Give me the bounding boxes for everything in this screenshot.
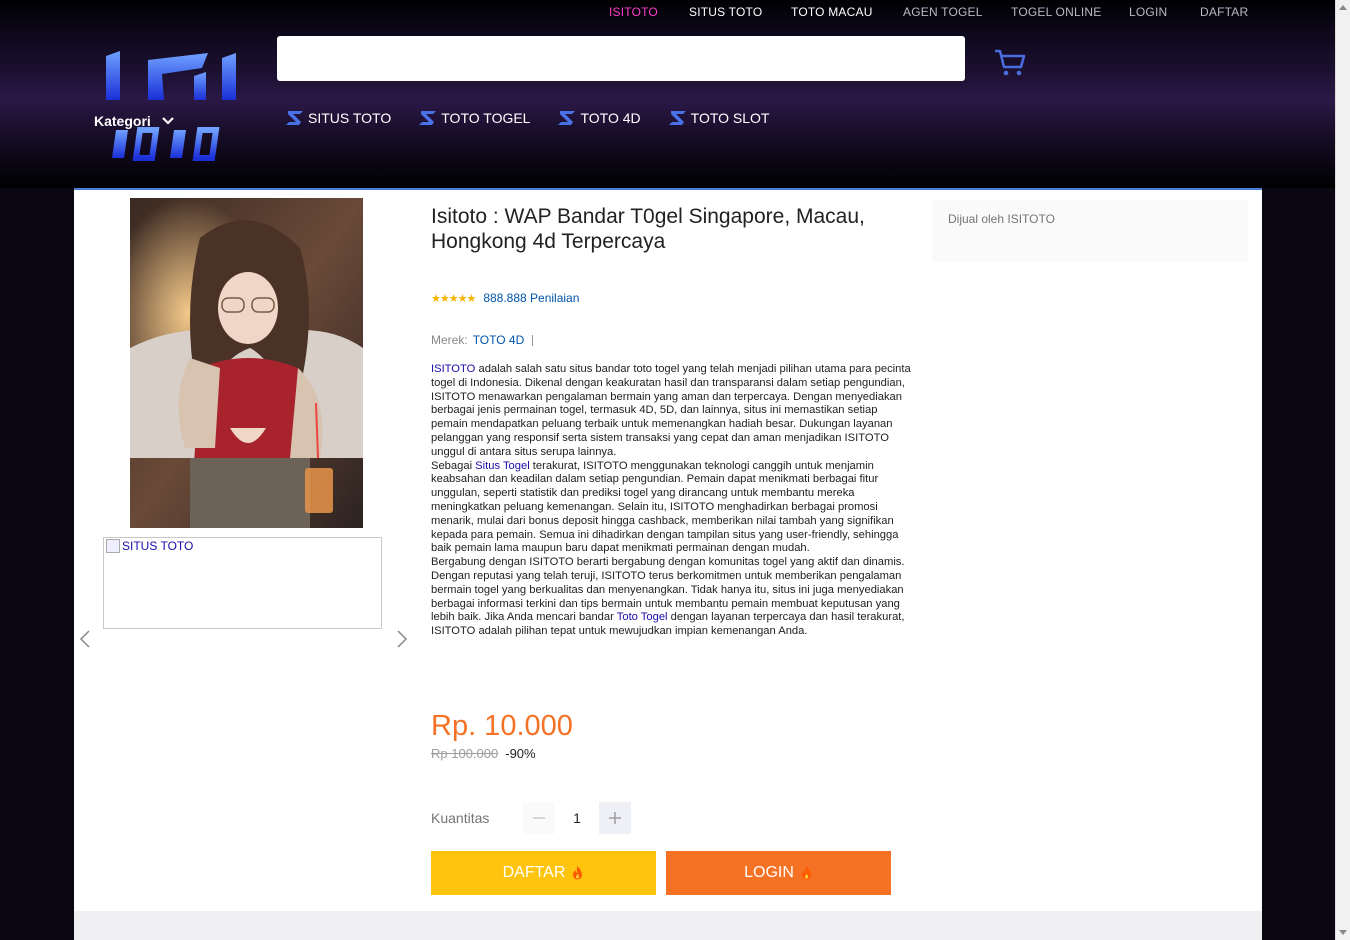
broken-image-icon: SITUS TOTO xyxy=(106,539,193,553)
category-situs-toto[interactable]: SITUS TOTO xyxy=(285,110,391,126)
brand-link[interactable]: TOTO 4D xyxy=(473,333,525,347)
discount-badge: -90% xyxy=(505,746,536,761)
page-scrollbar[interactable] xyxy=(1335,0,1350,940)
rating-stars: ★★★★★ xyxy=(431,292,476,305)
desc-link-isitoto[interactable]: ISITOTO xyxy=(431,363,475,375)
gallery-next-arrow[interactable] xyxy=(396,630,408,648)
product-page: SITUS TOTO Isitoto : WAP Bandar T0gel Si… xyxy=(74,188,1262,940)
topnav-login[interactable]: LOGIN xyxy=(1129,5,1167,19)
desc-text: adalah salah satu situs bandar toto toge… xyxy=(431,363,911,458)
category-label: TOTO 4D xyxy=(580,110,641,126)
price-original-block: Rp 100.000 -90% xyxy=(431,746,536,761)
login-button[interactable]: LOGIN xyxy=(666,851,891,895)
desc-text: terakurat, ISITOTO menggunakan teknologi… xyxy=(431,459,899,555)
topnav-daftar[interactable]: DAFTAR xyxy=(1200,5,1248,19)
product-main-image[interactable] xyxy=(130,198,363,528)
daftar-label: DAFTAR xyxy=(502,864,566,881)
category-toto-slot[interactable]: TOTO SLOT xyxy=(668,110,770,126)
brand-s-icon xyxy=(668,111,686,125)
site-logo[interactable] xyxy=(96,48,246,166)
top-nav: ISITOTO SITUS TOTO TOTO MACAU AGEN TOGEL… xyxy=(0,5,1335,19)
brand-divider xyxy=(532,334,534,346)
category-label: SITUS TOTO xyxy=(308,110,392,126)
brand-label: Merek: xyxy=(431,333,468,347)
category-label: TOTO TOGEL xyxy=(441,110,531,126)
quantity-stepper: Kuantitas 1 xyxy=(431,802,631,834)
desc-text: Sebagai xyxy=(431,459,476,472)
product-brand: Merek: TOTO 4D xyxy=(431,333,534,347)
desc-link-toto-togel[interactable]: Toto Togel xyxy=(617,611,668,623)
search-input[interactable] xyxy=(277,36,965,81)
seller-label: Dijual oleh ISITOTO xyxy=(948,212,1055,226)
scroll-down-icon[interactable] xyxy=(1339,930,1347,935)
site-header: ISITOTO SITUS TOTO TOTO MACAU AGEN TOGEL… xyxy=(0,0,1335,188)
fire-icon xyxy=(801,866,811,880)
quantity-label: Kuantitas xyxy=(431,810,490,826)
kategori-label: Kategori xyxy=(94,113,151,129)
gallery-prev-arrow[interactable] xyxy=(79,630,91,648)
brand-s-icon xyxy=(558,111,576,125)
quantity-value[interactable]: 1 xyxy=(555,810,599,826)
product-rating: ★★★★★ 888.888 Penilaian xyxy=(431,291,579,305)
category-toto-togel[interactable]: TOTO TOGEL xyxy=(418,110,530,126)
product-thumbnail[interactable]: SITUS TOTO xyxy=(103,537,382,629)
cart-icon[interactable] xyxy=(993,48,1027,78)
original-price: Rp 100.000 xyxy=(431,746,499,761)
thumbnail-alt-text: SITUS TOTO xyxy=(122,539,194,553)
section-divider xyxy=(74,911,1262,940)
chevron-down-icon xyxy=(162,117,174,125)
category-label: TOTO SLOT xyxy=(690,110,770,126)
scroll-up-icon[interactable] xyxy=(1339,5,1347,10)
current-price: Rp. 10.000 xyxy=(431,710,573,742)
minus-icon xyxy=(533,817,545,819)
rating-count-link[interactable]: 888.888 Penilaian xyxy=(483,291,579,305)
topnav-toto-macau[interactable]: TOTO MACAU xyxy=(791,5,873,19)
topnav-agen-togel[interactable]: AGEN TOGEL xyxy=(903,5,983,19)
daftar-button[interactable]: DAFTAR xyxy=(431,851,656,895)
brand-s-icon xyxy=(419,111,437,125)
quantity-decrease-button[interactable] xyxy=(523,802,555,834)
topnav-situs-toto[interactable]: SITUS TOTO xyxy=(689,5,762,19)
fire-icon xyxy=(573,866,583,880)
kategori-dropdown[interactable]: Kategori xyxy=(94,113,175,129)
desc-link-situs-togel[interactable]: Situs Togel xyxy=(475,460,530,472)
quantity-increase-button[interactable] xyxy=(599,802,631,834)
category-nav: SITUS TOTO TOTO TOGEL TOTO 4D TOTO SLOT xyxy=(285,110,769,126)
topnav-isitoto[interactable]: ISITOTO xyxy=(609,5,658,19)
category-toto-4d[interactable]: TOTO 4D xyxy=(557,110,641,126)
product-title: Isitoto : WAP Bandar T0gel Singapore, Ma… xyxy=(431,205,865,253)
seller-box: Dijual oleh ISITOTO xyxy=(932,200,1248,262)
login-label: LOGIN xyxy=(744,864,794,881)
product-description: ISITOTO adalah salah satu situs bandar t… xyxy=(431,363,913,639)
brand-s-icon xyxy=(286,111,303,125)
topnav-togel-online[interactable]: TOGEL ONLINE xyxy=(1011,5,1101,19)
plus-icon xyxy=(609,812,621,824)
